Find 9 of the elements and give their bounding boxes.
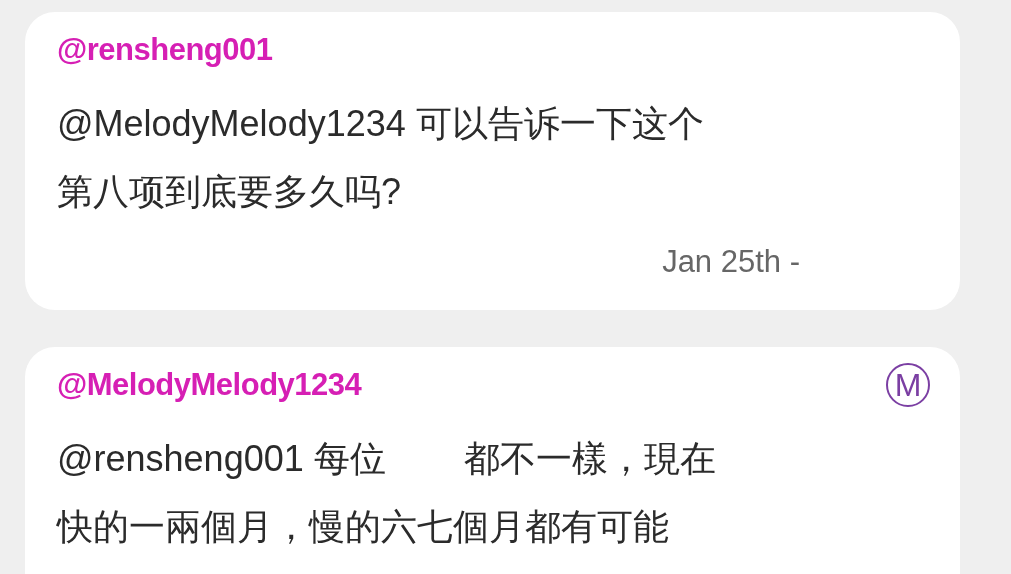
username[interactable]: @rensheng001	[57, 32, 273, 68]
comment-date: Jan 25th -	[662, 244, 800, 280]
comment-text: @MelodyMelody1234 可以告诉一下这个	[57, 101, 704, 146]
comment-text: @rensheng001 每位	[57, 436, 386, 481]
moderator-badge: M	[886, 363, 930, 407]
comment-text: 都不一樣，現在	[463, 436, 716, 481]
comment-text: 第八项到底要多久吗?	[57, 169, 402, 214]
username[interactable]: @MelodyMelody1234	[57, 367, 362, 403]
comment-text: 快的一兩個月，慢的六七個月都有可能	[57, 504, 669, 549]
